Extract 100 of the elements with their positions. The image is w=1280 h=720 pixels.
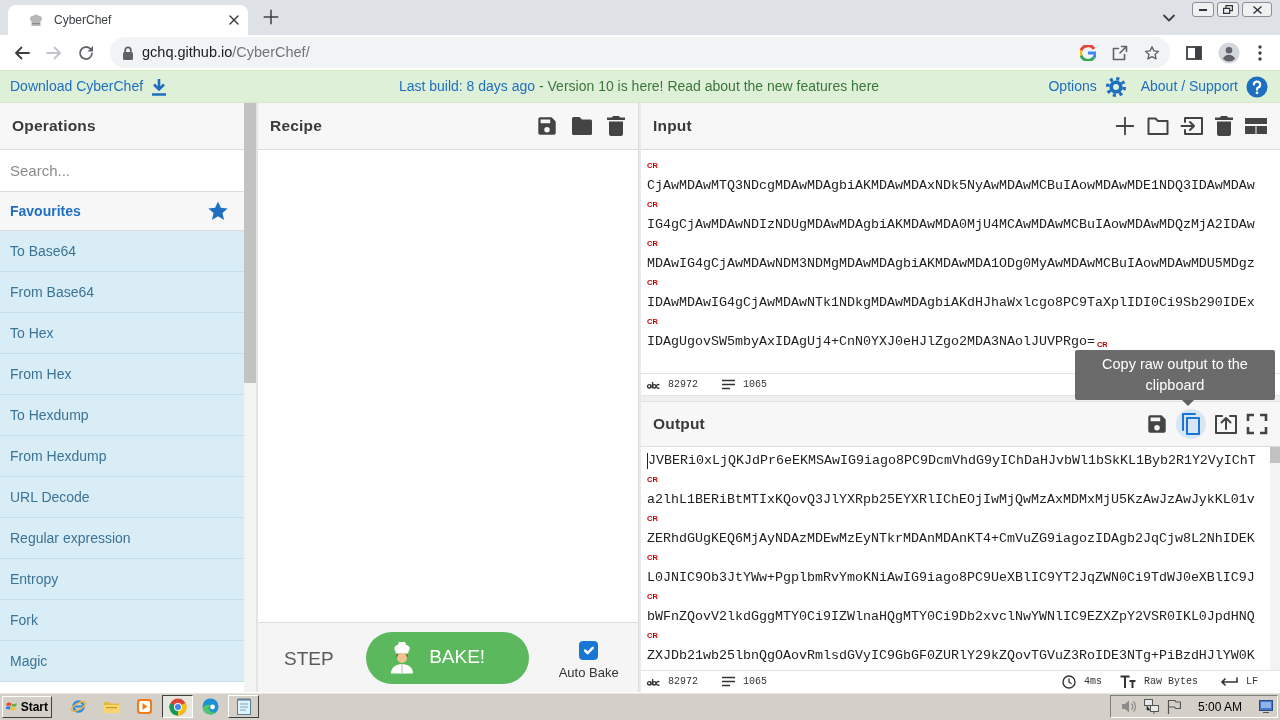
save-icon[interactable] (536, 115, 558, 137)
arrow-out-of-box-icon[interactable] (1214, 413, 1238, 435)
clock: 5:00 AM (1197, 698, 1242, 716)
flag-icon[interactable] (1166, 699, 1181, 714)
fullscreen-icon[interactable] (1246, 413, 1268, 435)
code-line: a2lhL1BERiBtMTIxKQovQ3JlYXRpb25EYXRlIChEOjIwMjQwMzAxMDMxMjU5KzAwJzAwJykKL01v (647, 490, 1255, 509)
round-logo-icon (168, 697, 187, 716)
code-line: ZXJDb21wb25lbnQgOAovRmlsdGVyIC9GbGF0ZURlY29kZQovTGVuZ3RoIDE3NTg+PiBzdHJlYW0K (647, 646, 1255, 665)
build-date-link[interactable]: Last build: 8 days ago (398, 78, 536, 94)
code-line: bWFnZQovV2lkdGggMTY0Ci9IZWlnaHQgMTY0Ci9Db2xvclNwYWNlIC9EZXZpY2VSR0IKL0JpdHNQ (647, 607, 1255, 626)
close-icon (1252, 5, 1262, 14)
text-size-icon[interactable] (1119, 675, 1136, 688)
operation-item[interactable]: Fork (0, 600, 244, 641)
line-count: 1065 (743, 378, 768, 392)
bake-button[interactable]: BAKE! (365, 631, 529, 684)
code-line: IG4gCjAwMDAwNDIzNDUgMDAwMDAgbiAKMDAwMDA0MjU4MCAwMDAwMCBuIAowMDAwMDQzMjA2IDAw (647, 215, 1255, 234)
flag-logo-icon (6, 700, 18, 713)
plus-icon[interactable] (262, 8, 280, 26)
letters-icon (647, 380, 660, 389)
character-count: 82972 (668, 378, 698, 392)
operation-item[interactable]: From Hexdump (0, 436, 244, 477)
operation-item[interactable]: To Hexdump (0, 395, 244, 436)
code-line: JVBERi0xLjQKJdPr6eEKMSAwIG9iago8PC9DcmVhdG9yIChDaHJvbWl1bSkKL1Byb2R1Y2VyIChT (648, 451, 1256, 470)
panel-title: Input (653, 116, 692, 137)
minimize-button[interactable] (1192, 2, 1214, 17)
download-icon (151, 77, 168, 96)
tooltip: Copy raw output to the clipboard (1075, 350, 1275, 400)
swirl-icon[interactable] (202, 698, 219, 715)
code-line: CjAwMDAwMTQ3NDcgMDAwMDAgbiAKMDAwMDAxNDk5NyAwMDAwMCBuIAowMDAwMDE1NDQ3IDAwMDAw (647, 176, 1255, 195)
operation-item[interactable]: Magic (0, 641, 244, 682)
star-outline-icon[interactable] (1144, 44, 1160, 61)
auto-bake-checkbox[interactable] (579, 640, 599, 660)
character-count: 82972 (668, 675, 698, 689)
chef-icon (389, 641, 416, 674)
lines-icon (722, 379, 735, 390)
lock-icon (122, 45, 134, 60)
clock-icon (1061, 674, 1076, 689)
chef-hat-icon (28, 12, 44, 28)
network-icon[interactable] (1143, 699, 1160, 714)
star-icon[interactable] (207, 200, 229, 222)
arrow-into-box-icon[interactable] (1180, 115, 1204, 137)
taskbar-button[interactable] (162, 695, 193, 718)
version-notice: - Version 10 is here! Read about the new features here (539, 78, 880, 94)
lines-icon (722, 676, 735, 687)
operation-item[interactable]: Regular expression (0, 518, 244, 559)
letters-icon (647, 677, 660, 686)
code-line: ZERhdGUgKEQ6MjAyNDAzMDEwMzEyNTkrMDAnMDAnKT4+CmVuZG9iagozIDAgb2JqCjw8L2NhIDEK (647, 529, 1255, 548)
folder-icon[interactable] (570, 115, 594, 137)
play-icon[interactable] (136, 698, 153, 715)
operation-item[interactable]: To Hex (0, 313, 244, 354)
operation-item[interactable]: From Base64 (0, 272, 244, 313)
restore-icon (1223, 5, 1233, 14)
code-line: IDAwMDAwIG4gCjAwMDAwNTk1NDkgMDAwMDAgbiAKdHJhaWxlcgo8PC9TaXplIDI0Ci9Sb290IDEx (647, 293, 1255, 312)
operation-item[interactable]: From Hex (0, 354, 244, 395)
scrollbar-thumb[interactable] (244, 103, 256, 383)
share-icon[interactable] (1112, 44, 1128, 61)
operation-item[interactable]: Entropy (0, 559, 244, 600)
bake-time: 4ms (1083, 675, 1102, 689)
folder-icon[interactable] (1146, 115, 1170, 137)
restore-button[interactable] (1217, 2, 1239, 17)
operation-item[interactable]: To Base64 (0, 231, 244, 272)
panel-title: Operations (12, 116, 96, 137)
favourites-category[interactable]: Favourites (0, 192, 244, 231)
close-window-button[interactable] (1242, 2, 1272, 17)
browser-tab[interactable]: CyberChef (8, 5, 248, 35)
profile-icon[interactable] (1218, 41, 1240, 64)
help-icon (1246, 75, 1268, 98)
layout-icon[interactable] (1244, 116, 1268, 136)
code-line: L0JNIC9Ob3JtYWw+PgplbmRvYmoKNiAwIG9iago8PC9UeXBlIC9YT2JqZWN0Ci9TdWJ0eXBlIC9J (647, 568, 1255, 587)
back-icon[interactable] (14, 44, 30, 61)
line-ending-option[interactable]: LF (1246, 674, 1258, 689)
scrollbar-thumb[interactable] (1270, 447, 1280, 463)
line-count: 1065 (743, 675, 768, 689)
save-icon[interactable] (1146, 413, 1168, 435)
plus-icon[interactable] (1114, 115, 1136, 137)
show-desktop-icon[interactable] (1259, 700, 1273, 713)
more-menu-icon[interactable] (1258, 44, 1262, 61)
panel-title: Recipe (270, 116, 323, 137)
code-line: MDAwIG4gCjAwMDAwNDM3NDMgMDAwMDAgbiAKMDAwMDA1ODg0MyAwMDAwMCBuIAowMDAwMDU5MDgz (647, 254, 1255, 273)
g-logo-icon[interactable] (1080, 44, 1096, 61)
close-icon[interactable] (228, 14, 240, 26)
reload-icon[interactable] (78, 44, 94, 61)
trash-icon[interactable] (606, 115, 626, 137)
notepad-icon (235, 698, 252, 715)
auto-bake-label[interactable]: Auto Bake (558, 662, 619, 683)
operation-item[interactable]: URL Decode (0, 477, 244, 518)
code-line: IDAgUgovSW5mbyAxIDAgUj4+CnN0YXJ0eHJlZgo2MDA3NAolJUVPRgo= (647, 332, 1095, 351)
start-button[interactable]: Start (2, 695, 52, 718)
address-bar[interactable]: gchq.github.io/CyberChef/ (110, 37, 1170, 68)
side-panel-icon[interactable] (1186, 44, 1202, 61)
trash-icon[interactable] (1214, 115, 1234, 137)
encoding-option[interactable]: Raw Bytes (1143, 674, 1198, 689)
options-link[interactable]: Options (1048, 75, 1127, 98)
minimize-icon (1199, 8, 1207, 11)
about-support-link[interactable]: About / Support (1140, 75, 1268, 98)
panel-title: Output (653, 414, 705, 435)
download-link[interactable]: Download CyberChef (10, 76, 168, 97)
return-arrow-icon[interactable] (1220, 676, 1238, 687)
settings-icon (1104, 75, 1127, 98)
step-button[interactable]: STEP (282, 641, 336, 678)
